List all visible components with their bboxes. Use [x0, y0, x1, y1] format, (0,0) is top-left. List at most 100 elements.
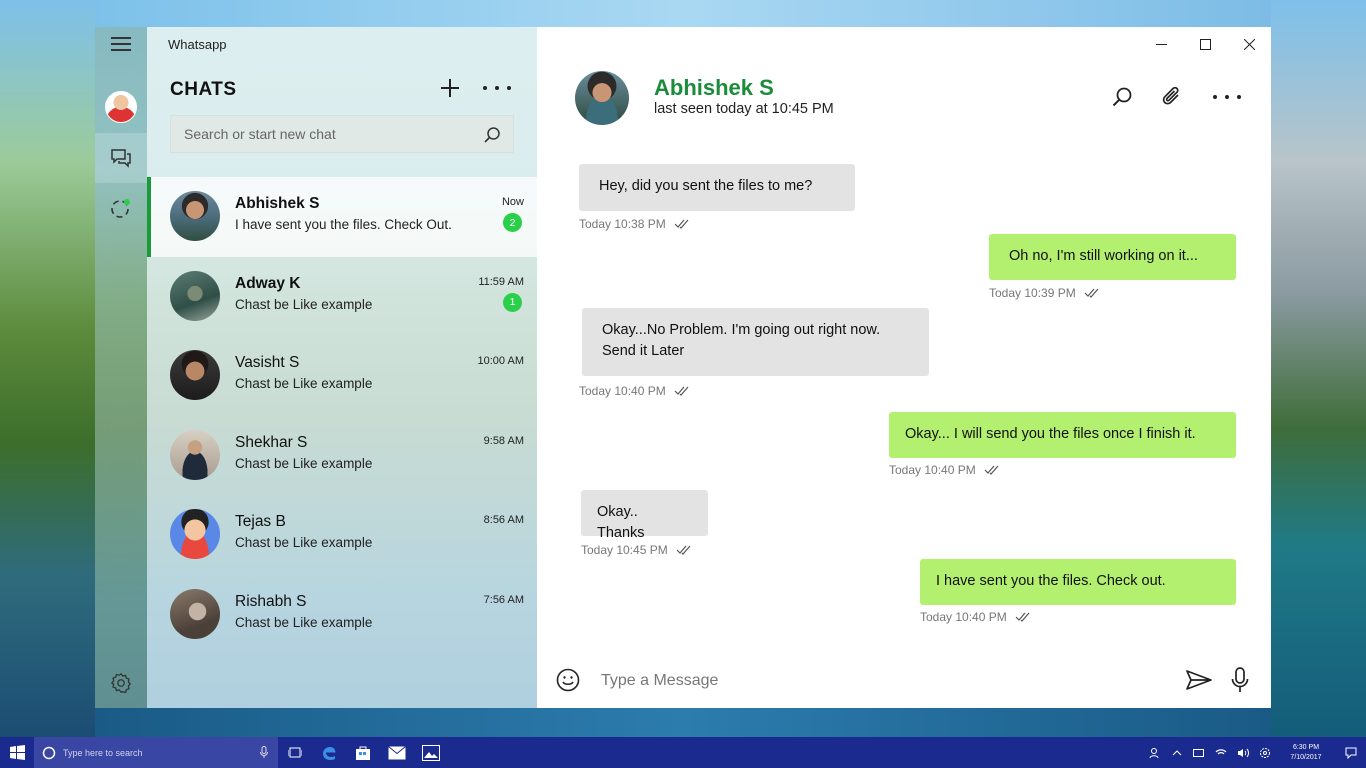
desktop-wallpaper-right: [1271, 0, 1366, 737]
network-button[interactable]: [1210, 737, 1232, 768]
message-timestamp: Today 10:40 PM: [579, 384, 690, 398]
conversation-name: Vasisht S: [235, 354, 300, 371]
maximize-button[interactable]: [1183, 35, 1227, 53]
action-center-button[interactable]: [1336, 737, 1366, 768]
hamburger-icon[interactable]: [111, 37, 131, 51]
chats-heading: CHATS: [170, 79, 237, 100]
conversation-pane: Abhishek S last seen today at 10:45 PM H…: [537, 27, 1271, 708]
emoji-button[interactable]: [556, 668, 580, 697]
conversation-name: Rishabh S: [235, 592, 307, 610]
conversation-preview: Chast be Like example: [235, 296, 373, 312]
gear-icon: [1260, 747, 1270, 758]
taskbar-clock[interactable]: 6:30 PM 7/10/2017: [1276, 743, 1336, 763]
message-timestamp: Today 10:40 PM: [889, 463, 1000, 477]
people-button[interactable]: [1144, 737, 1166, 768]
timestamp-text: Today 10:40 PM: [920, 610, 1007, 624]
desktop-wallpaper-bottom: [95, 708, 1271, 737]
message-input[interactable]: [601, 669, 1161, 693]
conversation-preview: Chast be Like example: [235, 535, 373, 550]
conversation-item[interactable]: Tejas B Chast be Like example 8:56 AM: [147, 495, 537, 575]
status-nav-button[interactable]: [95, 183, 147, 233]
whatsapp-window: Whatsapp CHATS Abhishek S I have sent yo…: [95, 27, 1271, 708]
message-timestamp: Today 10:39 PM: [989, 286, 1100, 300]
conversation-time: 9:58 AM: [483, 434, 524, 447]
photos-button[interactable]: [414, 737, 448, 768]
emoji-icon: [556, 668, 580, 692]
mail-icon: [388, 745, 406, 759]
chats-nav-button[interactable]: [95, 133, 147, 183]
profile-avatar[interactable]: [105, 91, 137, 123]
search-icon[interactable]: [483, 126, 501, 144]
settings-button[interactable]: [95, 672, 147, 694]
store-button[interactable]: [346, 737, 380, 768]
conversation-name: Shekhar S: [235, 433, 308, 451]
search-icon: [1112, 87, 1132, 107]
people-icon: [1149, 747, 1159, 758]
conversation-name: Abhishek S: [235, 195, 320, 212]
window-controls: [1139, 35, 1271, 53]
tray-overflow-button[interactable]: [1166, 737, 1188, 768]
double-check-icon: [676, 545, 691, 555]
message-timestamp: Today 10:45 PM: [581, 543, 692, 557]
message-bubble-outgoing: I have sent you the files. Check out.: [920, 559, 1236, 605]
mail-button[interactable]: [380, 737, 414, 768]
battery-button[interactable]: [1188, 737, 1210, 768]
taskbar-search[interactable]: Type here to search: [34, 737, 278, 768]
message-bubble-incoming: Hey, did you sent the files to me?: [579, 164, 855, 211]
new-chat-button[interactable]: [439, 77, 461, 99]
timestamp-text: Today 10:45 PM: [581, 543, 668, 557]
conversation-item[interactable]: Vasisht S Chast be Like example 10:00 AM: [147, 336, 537, 416]
more-icon: [483, 86, 487, 90]
conversation-item[interactable]: Abhishek S I have sent you the files. Ch…: [147, 177, 537, 257]
avatar: [170, 588, 220, 639]
edge-button[interactable]: [312, 737, 346, 768]
settings-icon: [110, 672, 132, 694]
conversation-time: 11:59 AM: [478, 275, 524, 288]
contact-avatar[interactable]: [575, 71, 629, 125]
double-check-icon: [1084, 288, 1099, 298]
volume-icon: [1238, 748, 1249, 757]
more-options-button[interactable]: [483, 79, 511, 97]
conversation-item[interactable]: Rishabh S Chast be Like example 7:56 AM: [147, 575, 537, 655]
message-composer: [537, 653, 1271, 708]
minimize-button[interactable]: [1139, 35, 1183, 53]
timestamp-text: Today 10:39 PM: [989, 286, 1076, 300]
mic-icon[interactable]: [260, 746, 268, 758]
timestamp-text: Today 10:40 PM: [579, 384, 666, 398]
message-bubble-incoming: Okay.. Thanks: [581, 490, 708, 541]
conversation-name: Adway K: [235, 274, 301, 292]
search-chat-button[interactable]: [1111, 86, 1133, 113]
chat-menu-button[interactable]: [1213, 93, 1241, 101]
battery-icon: [1193, 748, 1204, 757]
start-button[interactable]: [0, 737, 34, 768]
conversation-preview: Chast be Like example: [235, 376, 373, 391]
message-timestamp: Today 10:40 PM: [920, 610, 1031, 624]
close-icon: [1243, 38, 1255, 50]
chat-icon: [111, 149, 131, 168]
attach-button[interactable]: [1161, 85, 1183, 114]
avatar: [170, 191, 220, 241]
double-check-icon: [984, 465, 999, 475]
send-button[interactable]: [1186, 670, 1212, 695]
contact-name[interactable]: Abhishek S: [654, 75, 774, 101]
windows-taskbar: Type here to search 6:30 PM 7/10/2017: [0, 737, 1366, 768]
timestamp-text: Today 10:38 PM: [579, 217, 666, 231]
conversation-preview: Chast be Like example: [235, 614, 373, 630]
status-icon: [111, 199, 130, 218]
conversation-item[interactable]: Adway K Chast be Like example 11:59 AM 1: [147, 257, 537, 337]
volume-button[interactable]: [1232, 737, 1254, 768]
wifi-icon: [1215, 748, 1227, 757]
mic-button[interactable]: [1231, 667, 1249, 698]
message-timestamp: Today 10:38 PM: [579, 217, 690, 231]
search-box[interactable]: [170, 115, 514, 153]
conversation-item[interactable]: Shekhar S Chast be Like example 9:58 AM: [147, 416, 537, 496]
message-bubble-incoming: Okay...No Problem. I'm going out right n…: [582, 308, 929, 376]
search-input[interactable]: [184, 126, 474, 142]
attach-icon: [1162, 86, 1179, 105]
close-button[interactable]: [1227, 35, 1271, 53]
avatar: [170, 350, 220, 400]
task-view-button[interactable]: [278, 737, 312, 768]
nav-rail: [95, 27, 147, 708]
system-tray: 6:30 PM 7/10/2017: [1144, 737, 1366, 768]
tray-settings-button[interactable]: [1254, 737, 1276, 768]
